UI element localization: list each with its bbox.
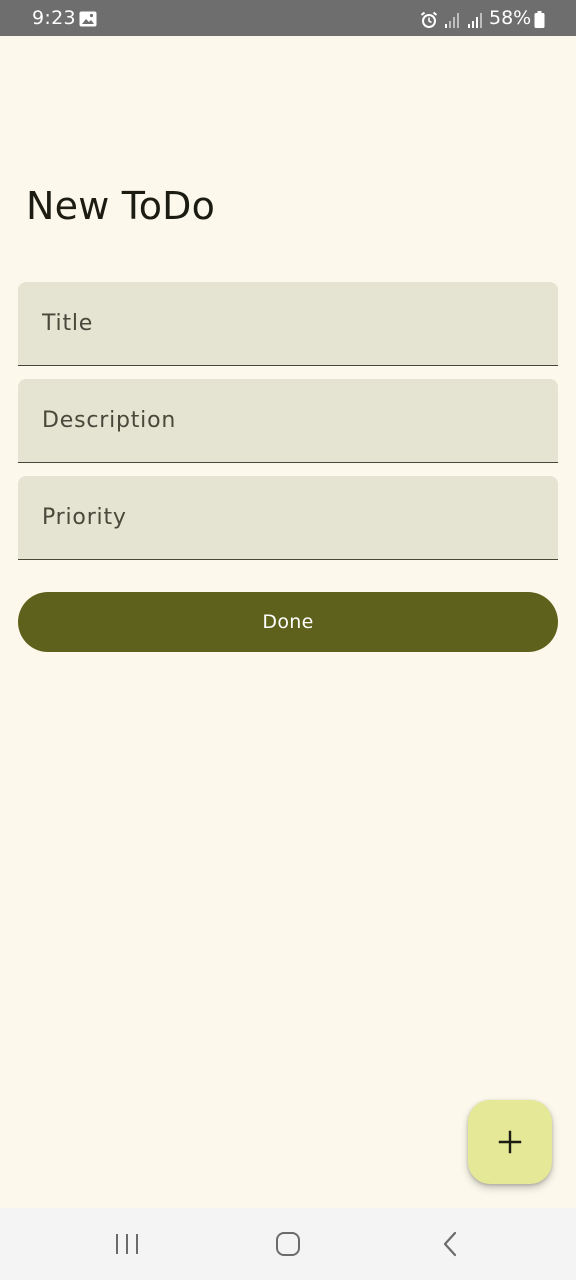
plus-icon (498, 1130, 522, 1154)
signal-icon (445, 13, 459, 28)
add-todo-fab[interactable] (468, 1100, 552, 1184)
page-title: New ToDo (26, 184, 216, 228)
home-button[interactable] (268, 1228, 308, 1260)
title-field[interactable] (18, 282, 558, 366)
status-bar: 9:23 58% (0, 0, 576, 36)
alarm-icon (420, 11, 438, 28)
gallery-icon (79, 11, 97, 27)
priority-field[interactable] (18, 476, 558, 560)
signal-icon (468, 13, 482, 28)
back-button[interactable] (430, 1228, 470, 1260)
done-button[interactable]: Done (18, 592, 558, 652)
home-icon (276, 1232, 300, 1256)
status-time: 9:23 (32, 7, 76, 29)
title-input[interactable] (18, 282, 558, 365)
recent-apps-button[interactable] (107, 1228, 147, 1260)
priority-input[interactable] (18, 476, 558, 559)
battery-icon (534, 11, 545, 28)
description-field[interactable] (18, 379, 558, 463)
back-icon (443, 1231, 457, 1257)
navigation-bar (0, 1208, 576, 1280)
description-input[interactable] (18, 379, 558, 462)
battery-percentage: 58% (489, 7, 532, 29)
recent-apps-icon (116, 1234, 138, 1254)
